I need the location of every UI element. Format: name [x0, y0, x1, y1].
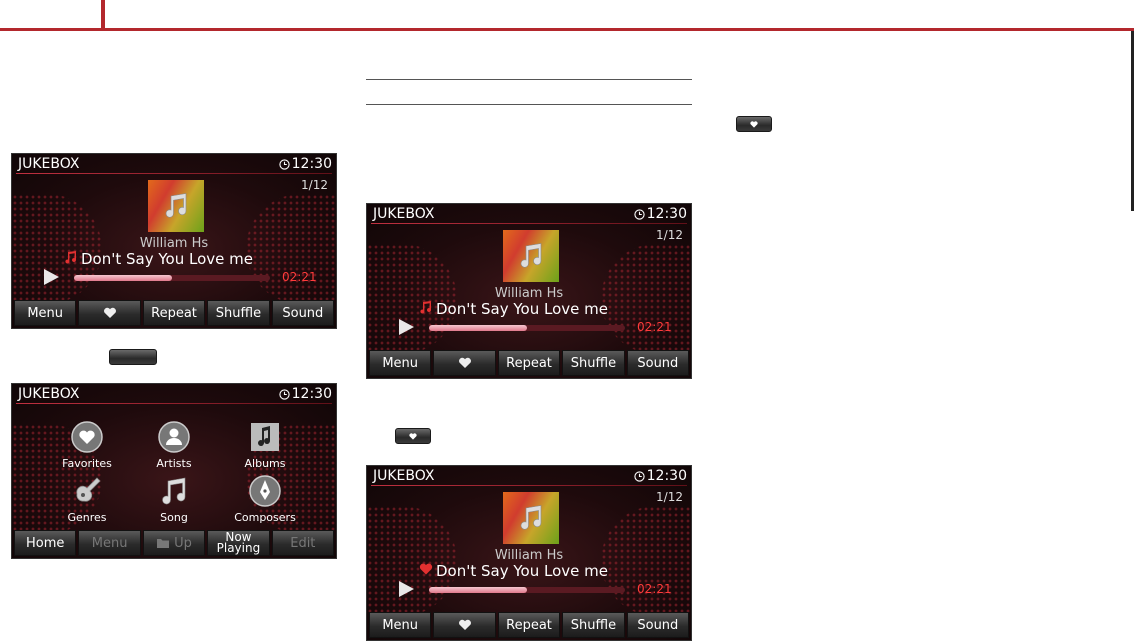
- menu-button[interactable]: Menu: [369, 612, 432, 638]
- menu-key-button[interactable]: [109, 349, 157, 365]
- music-note-icon: [162, 477, 186, 505]
- play-icon[interactable]: [397, 318, 415, 336]
- header-rule: [0, 28, 1134, 31]
- menu-item-genres[interactable]: Genres: [42, 474, 132, 524]
- song-title: Don't Say You Love me: [419, 562, 608, 580]
- menu-item-albums[interactable]: Albums: [220, 420, 310, 470]
- progress-bar[interactable]: [429, 325, 625, 331]
- header-tick: [101, 0, 105, 30]
- sound-button[interactable]: Sound: [626, 612, 690, 638]
- music-note-icon: [165, 193, 187, 218]
- screen-title: JUKEBOX: [18, 386, 80, 402]
- artists-icon: [158, 421, 190, 453]
- player-screen-1: JUKEBOX 12:30 1/12 William Hs Don't Say …: [11, 153, 337, 329]
- menu-item-label: Artists: [156, 457, 192, 470]
- bottom-button-bar: Home Menu Up Now Playing Edit: [14, 530, 335, 556]
- composers-pen-icon: [249, 475, 281, 507]
- menu-item-label: Song: [160, 511, 188, 524]
- music-note-icon: [65, 251, 77, 264]
- menu-item-artists[interactable]: Artists: [129, 420, 219, 470]
- favorite-button[interactable]: [433, 612, 496, 638]
- shuffle-button[interactable]: Shuffle: [562, 612, 625, 638]
- edit-button[interactable]: Edit: [271, 530, 335, 556]
- artist-name: William Hs: [494, 548, 564, 563]
- bottom-button-bar: Menu Repeat Shuffle Sound: [369, 350, 690, 376]
- albums-icon: [251, 423, 279, 451]
- clock-icon: [279, 388, 290, 400]
- music-note-icon: [520, 505, 542, 530]
- sound-button[interactable]: Sound: [626, 350, 690, 376]
- screen-title: JUKEBOX: [18, 156, 80, 172]
- music-note-icon: [420, 301, 431, 314]
- shuffle-button[interactable]: Shuffle: [562, 350, 625, 376]
- menu-item-favorites[interactable]: Favorites: [42, 420, 132, 470]
- elapsed-time: 02:21: [282, 270, 317, 284]
- progress-bar[interactable]: [74, 275, 270, 281]
- menu-item-label: Albums: [244, 457, 286, 470]
- screen-title: JUKEBOX: [373, 206, 435, 222]
- repeat-button[interactable]: Repeat: [497, 350, 561, 376]
- bottom-button-bar: Menu Repeat Shuffle Sound: [369, 612, 690, 638]
- track-counter: 1/12: [301, 178, 328, 192]
- screen-title: JUKEBOX: [373, 468, 435, 484]
- favorites-icon: [71, 421, 103, 453]
- clock: 12:30: [634, 206, 687, 222]
- now-playing-button[interactable]: Now Playing: [207, 530, 270, 556]
- album-cover: [503, 230, 559, 282]
- favorite-button[interactable]: [433, 350, 496, 376]
- album-cover: [148, 180, 204, 232]
- clock: 12:30: [279, 156, 332, 172]
- home-button[interactable]: Home: [14, 530, 77, 556]
- menu-item-song[interactable]: Song: [129, 474, 219, 524]
- artist-name: William Hs: [139, 236, 209, 251]
- play-icon[interactable]: [42, 268, 60, 286]
- menu-item-label: Composers: [234, 511, 296, 524]
- elapsed-time: 02:21: [637, 582, 672, 596]
- menu-item-label: Favorites: [62, 457, 112, 470]
- track-counter: 1/12: [656, 490, 683, 504]
- clock-icon: [634, 208, 645, 220]
- song-title: Don't Say You Love me: [64, 250, 253, 268]
- heart-icon: [103, 307, 116, 318]
- menu-button[interactable]: Menu: [369, 350, 432, 376]
- menu-item-label: Genres: [67, 511, 107, 524]
- menu-button[interactable]: Menu: [14, 300, 77, 326]
- guitar-icon: [76, 477, 101, 502]
- play-icon[interactable]: [397, 580, 415, 598]
- clock: 12:30: [279, 386, 332, 402]
- heart-icon: [458, 357, 471, 368]
- progress-bar[interactable]: [429, 587, 625, 593]
- heart-icon: [409, 432, 417, 440]
- music-note-icon: [520, 243, 542, 268]
- favorite-key-button[interactable]: [395, 428, 431, 444]
- player-screen-2: JUKEBOX 12:30 1/12 William Hs Don't Say …: [366, 203, 692, 379]
- sound-button[interactable]: Sound: [271, 300, 335, 326]
- menu-item-composers[interactable]: Composers: [220, 474, 310, 524]
- elapsed-time: 02:21: [637, 320, 672, 334]
- divider-bottom: [366, 104, 692, 105]
- shuffle-button[interactable]: Shuffle: [207, 300, 270, 326]
- clock-icon: [279, 158, 290, 170]
- favorite-key-button-2[interactable]: [736, 116, 772, 132]
- bottom-button-bar: Menu Repeat Shuffle Sound: [14, 300, 335, 326]
- song-title: Don't Say You Love me: [419, 300, 608, 318]
- jukebox-menu-screen: JUKEBOX 12:30 Favorites Artists Albums G…: [11, 383, 337, 559]
- heart-icon: [750, 120, 758, 128]
- menu-button[interactable]: Menu: [78, 530, 141, 556]
- heart-icon: [458, 619, 471, 630]
- folder-icon: [157, 539, 170, 548]
- repeat-button[interactable]: Repeat: [497, 612, 561, 638]
- artist-name: William Hs: [494, 286, 564, 301]
- player-screen-3: JUKEBOX 12:30 1/12 William Hs Don't Say …: [366, 465, 692, 641]
- heart-icon: [419, 563, 433, 575]
- divider-top: [366, 79, 692, 80]
- album-cover: [503, 492, 559, 544]
- favorite-button[interactable]: [78, 300, 141, 326]
- track-counter: 1/12: [656, 228, 683, 242]
- clock-icon: [634, 470, 645, 482]
- clock: 12:30: [634, 468, 687, 484]
- repeat-button[interactable]: Repeat: [142, 300, 206, 326]
- up-button[interactable]: Up: [142, 530, 206, 556]
